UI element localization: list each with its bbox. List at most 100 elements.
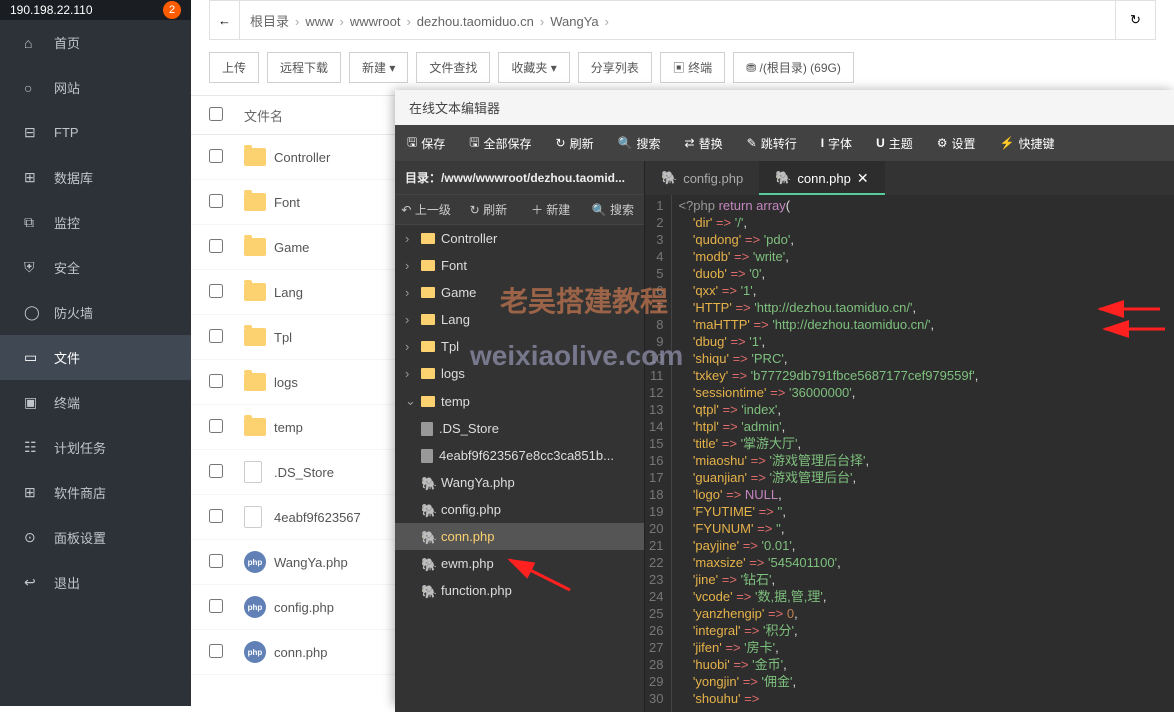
tree-new-button[interactable]: ＋ 新建 [520,195,582,224]
row-checkbox[interactable] [209,554,223,568]
sidebar-item-monitor[interactable]: ⧉监控 [0,200,191,245]
tree-item[interactable]: 🐘config.php [395,496,644,523]
replace-button[interactable]: ⇄ 替换 [673,125,735,161]
sidebar-item-label: 文件 [54,348,80,367]
tree-item-name: logs [441,366,465,381]
code-line: 'qtpl' => 'index', [678,401,1168,418]
save-all-button[interactable]: 🖫 全部保存 [457,125,543,161]
tree-up-button[interactable]: ↶ 上一级 [395,195,457,224]
editor-refresh-button[interactable]: ↻ 刷新 [544,125,606,161]
sidebar-item-logout[interactable]: ↩退出 [0,560,191,605]
upload-button[interactable]: 上传 [209,52,259,83]
tree-item-name: function.php [441,583,512,598]
goto-line-button[interactable]: ✎ 跳转行 [735,125,809,161]
editor-tab[interactable]: 🐘config.php [645,161,759,195]
breadcrumb-seg[interactable]: 根目录 [250,14,289,29]
file-name: temp [274,420,303,435]
tree-item[interactable]: ›Game [395,279,644,306]
sidebar-item-db[interactable]: ⊞数据库 [0,155,191,200]
favorites-button[interactable]: 收藏夹 ▾ [498,52,569,83]
file-search-button[interactable]: 文件查找 [416,52,490,83]
row-checkbox[interactable] [209,374,223,388]
tab-name: conn.php [797,171,851,186]
row-checkbox[interactable] [209,419,223,433]
code-line: 'maHTTP' => 'http://dezhou.taomiduo.cn/'… [678,316,1168,333]
terminal-button[interactable]: ▣ 终端 [660,52,725,83]
tree-search-button[interactable]: 🔍 搜索 [582,195,644,224]
row-checkbox[interactable] [209,599,223,613]
settings-button[interactable]: ⚙ 设置 [925,125,988,161]
col-name[interactable]: 文件名 [244,106,283,125]
tree-item[interactable]: 4eabf9f623567e8cc3ca851b... [395,442,644,469]
row-checkbox[interactable] [209,284,223,298]
refresh-button[interactable]: ↻ [1115,1,1155,39]
breadcrumb-seg[interactable]: wwwroot [350,14,401,29]
disk-button[interactable]: ⛃ /(根目录) (69G) [733,52,854,83]
tree-item[interactable]: ›Tpl [395,333,644,360]
breadcrumb-seg[interactable]: dezhou.taomiduo.cn [417,14,534,29]
sidebar-item-security[interactable]: ⛨安全 [0,245,191,290]
close-icon[interactable]: ✕ [857,170,869,187]
tree-item[interactable]: 🐘function.php [395,577,644,604]
sidebar-item-label: 计划任务 [54,438,106,457]
sidebar-item-files[interactable]: ▭ 文件 [0,335,191,380]
row-checkbox[interactable] [209,464,223,478]
tree-item[interactable]: ›Lang [395,306,644,333]
sidebar-item-soft[interactable]: ⊞软件商店 [0,470,191,515]
row-checkbox[interactable] [209,239,223,253]
sidebar-item-site[interactable]: ○网站 [0,65,191,110]
home-icon: ⌂ [24,35,40,51]
tree-item[interactable]: ›Font [395,252,644,279]
php-icon: php [244,596,266,618]
file-name: conn.php [274,645,328,660]
tree-item[interactable]: 🐘conn.php [395,523,644,550]
folder-icon [244,238,266,256]
breadcrumb-seg[interactable]: WangYa [550,14,598,29]
editor-tabs: 🐘config.php🐘conn.php✕ [645,161,1174,195]
breadcrumb-seg[interactable]: www [305,14,333,29]
sidebar-item-home[interactable]: ⌂首页 [0,20,191,65]
row-checkbox[interactable] [209,509,223,523]
tree-item-name: Game [441,285,476,300]
tree-item-name: ewm.php [441,556,494,571]
server-ip: 190.198.22.110 [10,3,163,17]
row-checkbox[interactable] [209,644,223,658]
tree-refresh-button[interactable]: ↻ 刷新 [457,195,519,224]
code-line: 'shouhu' => [678,690,1168,707]
remote-download-button[interactable]: 远程下载 [267,52,341,83]
tree-item[interactable]: ⌄temp [395,387,644,415]
tree-item[interactable]: .DS_Store [395,415,644,442]
select-all-checkbox[interactable] [209,107,223,121]
monitor-icon: ⧉ [24,214,40,231]
back-button[interactable]: ← [210,1,240,39]
sidebar-item-firewall[interactable]: ◯防火墙 [0,290,191,335]
row-checkbox[interactable] [209,149,223,163]
sidebar-item-label: 退出 [54,573,80,592]
share-list-button[interactable]: 分享列表 [578,52,652,83]
sidebar-item-cron[interactable]: ☷计划任务 [0,425,191,470]
editor-search-button[interactable]: 🔍 搜索 [606,125,673,161]
tree-item[interactable]: 🐘WangYa.php [395,469,644,496]
shortcut-button[interactable]: ⚡ 快捷键 [988,125,1067,161]
notification-badge[interactable]: 2 [163,1,181,19]
breadcrumb-sep: › [605,14,609,29]
save-button[interactable]: 🖫 保存 [395,125,457,161]
sidebar-item-terminal[interactable]: ▣终端 [0,380,191,425]
tree-item[interactable]: ›Controller [395,225,644,252]
site-icon: ○ [24,80,40,96]
row-checkbox[interactable] [209,329,223,343]
tree-item-name: Font [441,258,467,273]
sidebar-item-ftp[interactable]: ⊟FTP [0,110,191,155]
code-view[interactable]: 1234567891011121314151617181920212223242… [645,195,1174,712]
files-icon: ▭ [24,349,40,366]
new-button[interactable]: 新建 ▾ [349,52,408,83]
tree-item[interactable]: ›logs [395,360,644,387]
font-button[interactable]: I 字体 [809,125,864,161]
editor-tab[interactable]: 🐘conn.php✕ [759,161,884,195]
sidebar-item-panel[interactable]: ⊙面板设置 [0,515,191,560]
row-checkbox[interactable] [209,194,223,208]
tree-item[interactable]: 🐘ewm.php [395,550,644,577]
theme-button[interactable]: U 主题 [864,125,925,161]
code-line: 'logo' => NULL, [678,486,1168,503]
code-line: 'miaoshu' => '游戏管理后台择', [678,452,1168,469]
